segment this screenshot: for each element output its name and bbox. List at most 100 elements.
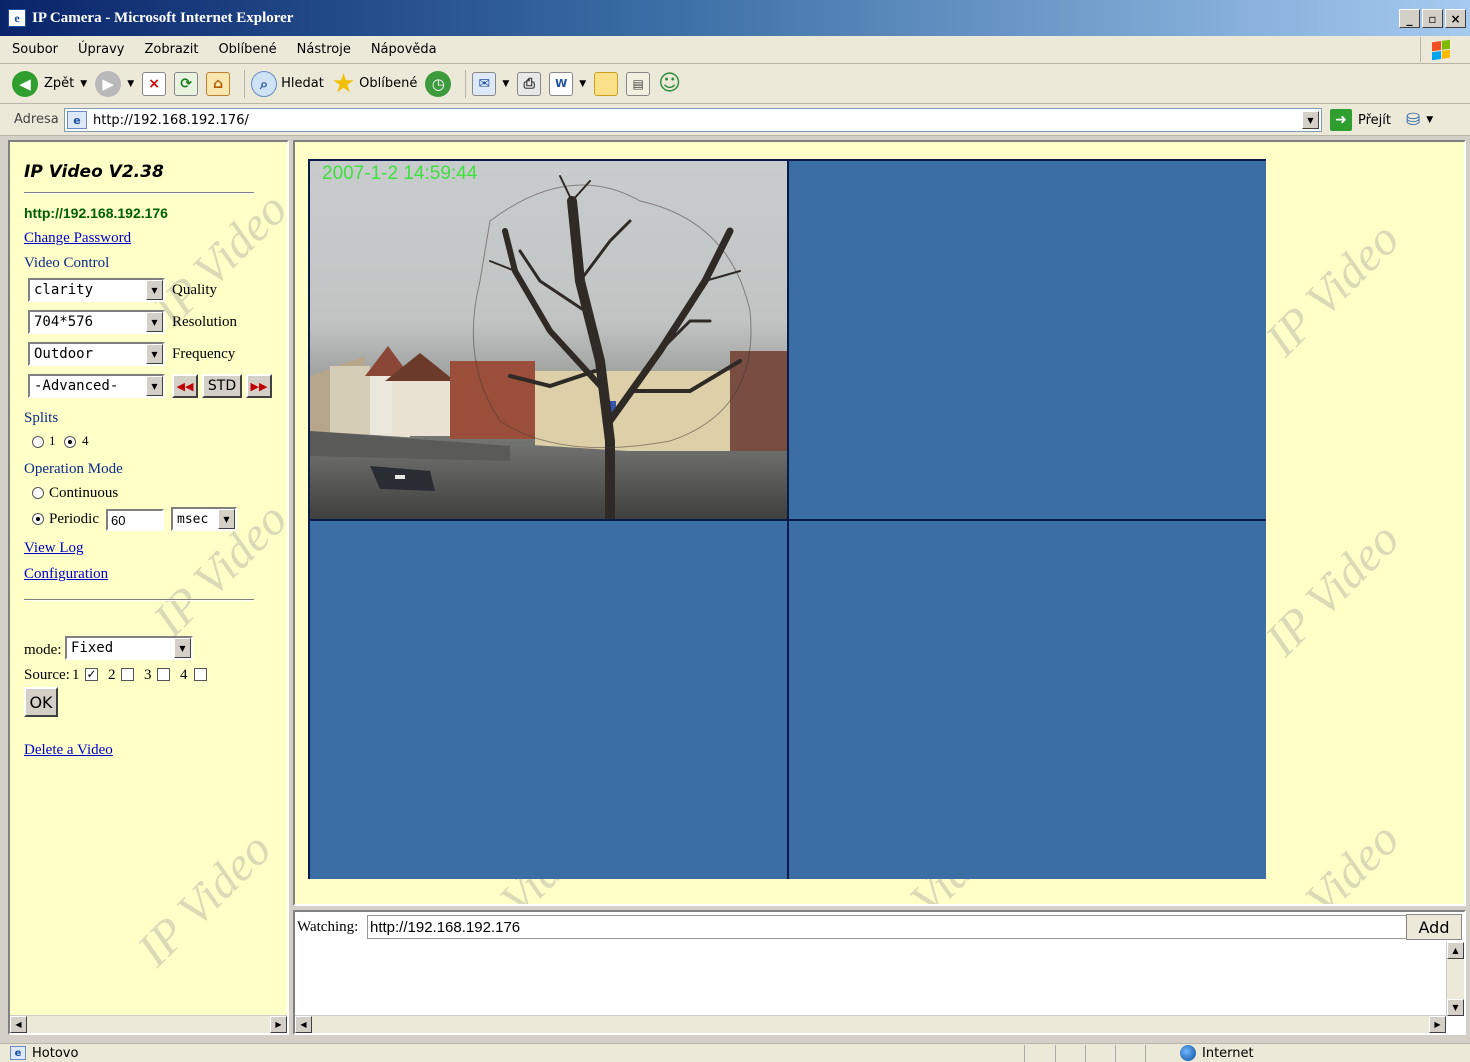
status-pane — [1055, 1045, 1056, 1062]
scroll-down-icon[interactable]: ▼ — [1447, 999, 1464, 1016]
horizontal-scrollbar[interactable]: ◀ ▶ — [10, 1015, 287, 1033]
research-icon: ▤ — [626, 71, 651, 96]
window-title: IP Camera - Microsoft Internet Explorer — [32, 9, 294, 26]
menu-view[interactable]: Zobrazit — [144, 42, 198, 57]
video-cell-2[interactable] — [789, 161, 1266, 519]
menu-tools[interactable]: Nástroje — [297, 42, 351, 57]
scroll-right-icon[interactable]: ▶ — [270, 1016, 287, 1033]
split-1-radio[interactable] — [32, 436, 44, 448]
chevron-down-icon[interactable]: ▼ — [80, 79, 87, 89]
menu-edit[interactable]: Úpravy — [78, 42, 124, 57]
change-password-link[interactable]: Change Password — [24, 230, 131, 247]
chevron-down-icon[interactable]: ▼ — [579, 79, 586, 89]
chevron-down-icon[interactable]: ▼ — [502, 79, 509, 89]
video-grid: 2007-1-2 14:59:44 — [308, 159, 1266, 879]
links-button[interactable]: ⛁ ▼ — [1406, 110, 1433, 130]
vertical-scrollbar[interactable]: ▲ ▼ — [1446, 942, 1464, 1016]
scroll-up-icon[interactable]: ▲ — [1447, 942, 1464, 959]
mail-button[interactable]: ✉ ▼ — [472, 71, 509, 96]
mail-icon: ✉ — [472, 71, 497, 96]
chevron-down-icon[interactable]: ▼ — [146, 280, 163, 300]
std-button[interactable]: STD — [202, 374, 242, 398]
menu-help[interactable]: Nápověda — [371, 42, 437, 57]
favorites-button[interactable]: ★ Oblíbené — [332, 71, 418, 97]
address-input[interactable]: e http://192.168.192.176/ ▼ — [64, 108, 1322, 132]
back-button[interactable]: ◀ Zpět ▼ — [12, 70, 87, 97]
source-1-checkbox[interactable]: ✓ — [85, 668, 98, 681]
chevron-down-icon[interactable]: ▼ — [1426, 115, 1433, 125]
video-cell-3[interactable] — [310, 521, 787, 879]
research-button[interactable]: ▤ — [626, 71, 651, 96]
split-1-label: 1 — [49, 433, 56, 448]
search-button[interactable]: ⌕ Hledat — [251, 70, 324, 97]
periodic-label: Periodic — [49, 511, 99, 527]
scroll-left-icon[interactable]: ◀ — [10, 1016, 27, 1033]
windows-logo-icon — [1420, 37, 1460, 62]
printer-icon: ⎙ — [517, 71, 542, 96]
quality-select[interactable]: clarity ▼ — [28, 278, 165, 302]
delete-video-link[interactable]: Delete a Video — [24, 742, 113, 759]
forward-button[interactable]: ▶ ▼ — [95, 70, 134, 97]
source-4-checkbox[interactable] — [194, 668, 207, 681]
home-icon: ⌂ — [206, 71, 231, 96]
ie-icon: e — [8, 9, 26, 27]
camera-url: http://192.168.192.176 — [24, 205, 168, 221]
chevron-down-icon[interactable]: ▼ — [146, 344, 163, 364]
horizontal-scrollbar[interactable]: ◀ ▶ — [295, 1015, 1446, 1033]
video-cell-1[interactable]: 2007-1-2 14:59:44 — [310, 161, 787, 519]
interval-unit-select[interactable]: msec ▼ — [171, 507, 237, 531]
status-text: Hotovo — [32, 1045, 79, 1061]
split-4-label: 4 — [82, 433, 89, 448]
advanced-select[interactable]: -Advanced- ▼ — [28, 374, 165, 398]
rewind-button[interactable]: ◀◀ — [172, 374, 198, 398]
add-button[interactable]: Add — [1406, 914, 1462, 940]
watching-frame: Watching: http://192.168.192.176 Add ▲ ▼… — [293, 910, 1466, 1035]
security-zone: Internet — [1180, 1045, 1254, 1061]
refresh-button[interactable]: ⟳ — [174, 71, 199, 96]
camera-image — [310, 175, 787, 519]
maximize-button[interactable]: ▫ — [1422, 9, 1443, 28]
minimize-button[interactable]: _ — [1399, 9, 1420, 28]
chevron-down-icon[interactable]: ▼ — [127, 79, 134, 89]
go-button[interactable]: ➜ Přejít — [1330, 109, 1391, 131]
source-3-checkbox[interactable] — [157, 668, 170, 681]
home-button[interactable]: ⌂ — [206, 71, 231, 96]
periodic-radio[interactable] — [32, 513, 44, 525]
messenger-button[interactable]: ☺ — [658, 71, 681, 96]
scroll-left-icon[interactable]: ◀ — [295, 1016, 312, 1033]
chevron-down-icon[interactable]: ▼ — [174, 638, 191, 658]
resolution-select[interactable]: 704*576 ▼ — [28, 310, 165, 334]
watermark: IP Video — [1255, 212, 1410, 367]
periodic-interval-input[interactable]: 60 — [106, 509, 164, 531]
watching-url-input[interactable]: http://192.168.192.176 — [367, 915, 1407, 939]
mode-select[interactable]: Fixed ▼ — [65, 636, 193, 660]
edit-button[interactable]: W ▼ — [549, 71, 586, 96]
ok-button[interactable]: OK — [24, 687, 58, 717]
stop-button[interactable]: × — [142, 71, 167, 96]
back-label: Zpět — [44, 76, 75, 91]
view-log-link[interactable]: View Log — [24, 540, 84, 557]
history-button[interactable]: ◷ — [425, 70, 452, 97]
chevron-down-icon[interactable]: ▼ — [146, 312, 163, 332]
status-pane — [1145, 1045, 1146, 1062]
chevron-down-icon[interactable]: ▼ — [218, 509, 235, 529]
history-icon: ◷ — [425, 70, 452, 97]
address-url[interactable]: http://192.168.192.176/ — [93, 113, 249, 128]
resolution-value: 704*576 — [34, 314, 94, 330]
discuss-button[interactable] — [594, 71, 619, 96]
configuration-link[interactable]: Configuration — [24, 566, 108, 583]
fast-forward-button[interactable]: ▶▶ — [246, 374, 272, 398]
frequency-select[interactable]: Outdoor ▼ — [28, 342, 165, 366]
divider — [24, 599, 254, 601]
print-button[interactable]: ⎙ — [517, 71, 542, 96]
chevron-down-icon[interactable]: ▼ — [1302, 111, 1319, 129]
chevron-down-icon[interactable]: ▼ — [146, 376, 163, 396]
video-cell-4[interactable] — [789, 521, 1266, 879]
continuous-radio[interactable] — [32, 487, 44, 499]
menu-favorites[interactable]: Oblíbené — [218, 42, 276, 57]
close-button[interactable]: × — [1445, 9, 1466, 28]
scroll-right-icon[interactable]: ▶ — [1429, 1016, 1446, 1033]
menu-file[interactable]: Soubor — [12, 42, 58, 57]
split-4-radio[interactable] — [64, 436, 76, 448]
source-2-checkbox[interactable] — [121, 668, 134, 681]
